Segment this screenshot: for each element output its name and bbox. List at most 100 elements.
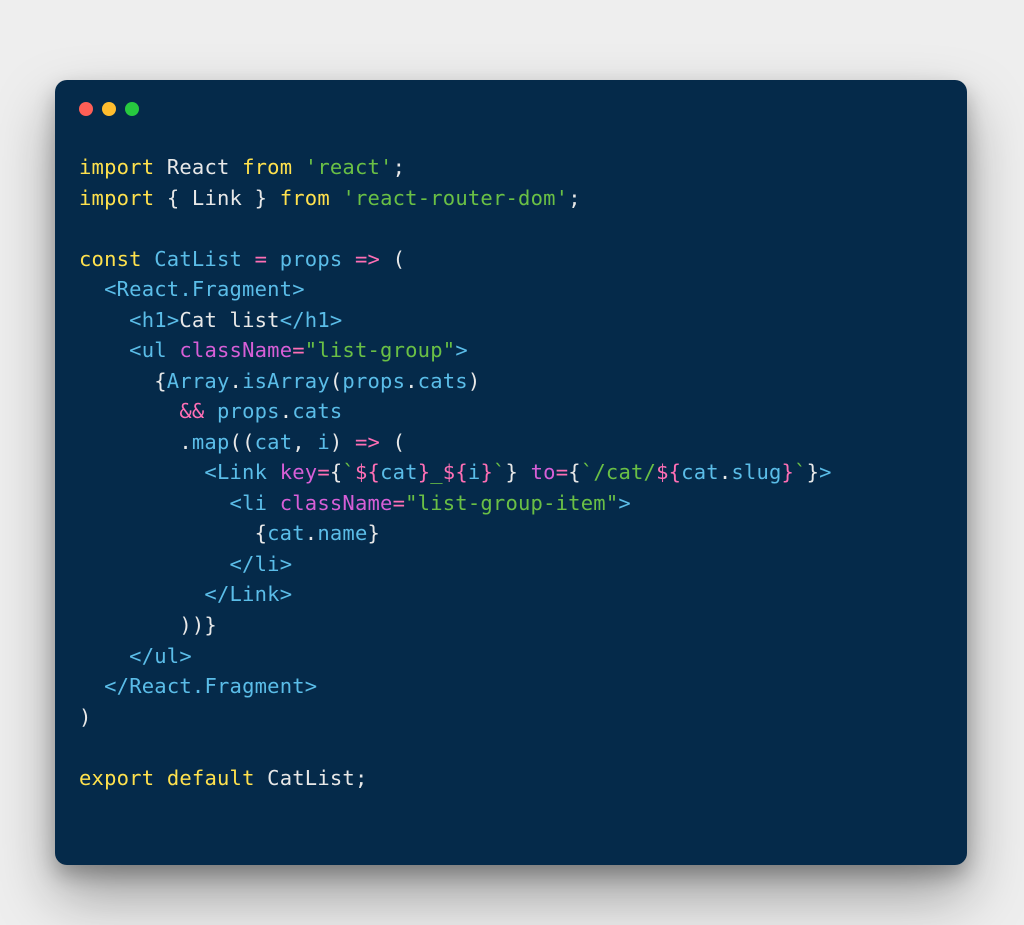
code-token: < <box>104 277 117 301</box>
code-token: React.Fragment <box>129 674 305 698</box>
code-token: } <box>807 460 820 484</box>
code-token: = <box>556 460 569 484</box>
code-token: < <box>129 338 142 362</box>
code-token: < <box>204 460 217 484</box>
code-token: map <box>192 430 230 454</box>
code-token: to <box>531 460 556 484</box>
code-token: ${ <box>656 460 681 484</box>
code-token: isArray <box>242 369 330 393</box>
code-token <box>204 399 217 423</box>
code-token: = <box>255 247 268 271</box>
close-icon[interactable] <box>79 102 93 116</box>
code-token: ) <box>468 369 481 393</box>
code-token: = <box>292 338 305 362</box>
code-token: import <box>79 186 154 210</box>
code-token <box>518 460 531 484</box>
code-token <box>167 338 180 362</box>
code-token: ) <box>330 430 355 454</box>
code-token: ` <box>493 460 506 484</box>
code-token: props <box>280 247 343 271</box>
code-token: => <box>355 247 380 271</box>
code-token <box>79 277 104 301</box>
code-token: } <box>480 460 493 484</box>
code-token: > <box>179 644 192 668</box>
code-token: => <box>355 430 380 454</box>
code-token: ; <box>393 155 406 179</box>
minimize-icon[interactable] <box>102 102 116 116</box>
zoom-icon[interactable] <box>125 102 139 116</box>
code-token: > <box>455 338 468 362</box>
code-token: > <box>330 308 343 332</box>
code-card: import React from 'react'; import { Link… <box>55 80 967 865</box>
code-token <box>230 155 243 179</box>
code-token: } <box>782 460 795 484</box>
code-token: ` <box>794 460 807 484</box>
code-token: = <box>393 491 406 515</box>
code-token: ` <box>581 460 594 484</box>
code-token: } <box>242 186 280 210</box>
code-token <box>79 674 104 698</box>
code-token: className <box>179 338 292 362</box>
code-token: slug <box>731 460 781 484</box>
code-token: = <box>317 460 330 484</box>
code-token: export <box>79 766 154 790</box>
code-token: . <box>305 521 318 545</box>
code-token <box>79 308 129 332</box>
code-token: name <box>317 521 367 545</box>
code-token: ul <box>142 338 167 362</box>
code-token: </ <box>230 552 255 576</box>
code-token: { <box>167 186 192 210</box>
code-token: > <box>280 582 293 606</box>
code-token <box>292 155 305 179</box>
code-token: ( <box>380 247 405 271</box>
code-token: } <box>506 460 519 484</box>
code-token <box>79 460 204 484</box>
code-token: Link <box>217 460 267 484</box>
code-block: import React from 'react'; import { Link… <box>79 152 943 793</box>
code-token: cat <box>681 460 719 484</box>
code-token: . <box>405 369 418 393</box>
code-token: ; <box>568 186 581 210</box>
code-token: _ <box>430 460 443 484</box>
code-token: (( <box>230 430 255 454</box>
code-token: ul <box>154 644 179 668</box>
code-token: CatList <box>154 247 242 271</box>
code-token: cats <box>418 369 468 393</box>
code-token <box>79 399 179 423</box>
code-token: cats <box>292 399 342 423</box>
code-token: from <box>242 155 292 179</box>
code-token <box>242 247 255 271</box>
code-token: , <box>292 430 317 454</box>
code-token <box>79 552 230 576</box>
code-token: > <box>292 277 305 301</box>
code-token <box>79 491 230 515</box>
code-token: } <box>418 460 431 484</box>
code-token: > <box>280 552 293 576</box>
code-token: ( <box>330 369 343 393</box>
code-token: > <box>305 674 318 698</box>
code-token: . <box>280 399 293 423</box>
code-token: { <box>568 460 581 484</box>
code-token: . <box>79 430 192 454</box>
code-token: < <box>230 491 243 515</box>
code-token: 'react-router-dom' <box>342 186 568 210</box>
code-token: cat <box>267 521 305 545</box>
window-traffic-lights <box>79 102 943 116</box>
code-token: React <box>167 155 230 179</box>
code-token: import <box>79 155 154 179</box>
code-token: "list-group" <box>305 338 456 362</box>
code-token: </ <box>104 674 129 698</box>
code-token <box>79 338 129 362</box>
code-token: props <box>217 399 280 423</box>
code-token: ( <box>380 430 405 454</box>
code-token <box>330 186 343 210</box>
code-token: i <box>468 460 481 484</box>
code-token: > <box>819 460 832 484</box>
code-token: from <box>280 186 330 210</box>
code-token: ))} <box>79 613 217 637</box>
code-token: h1 <box>142 308 167 332</box>
code-token: { <box>79 369 167 393</box>
code-token: Link <box>230 582 280 606</box>
code-token: CatList <box>267 766 355 790</box>
code-token <box>154 155 167 179</box>
